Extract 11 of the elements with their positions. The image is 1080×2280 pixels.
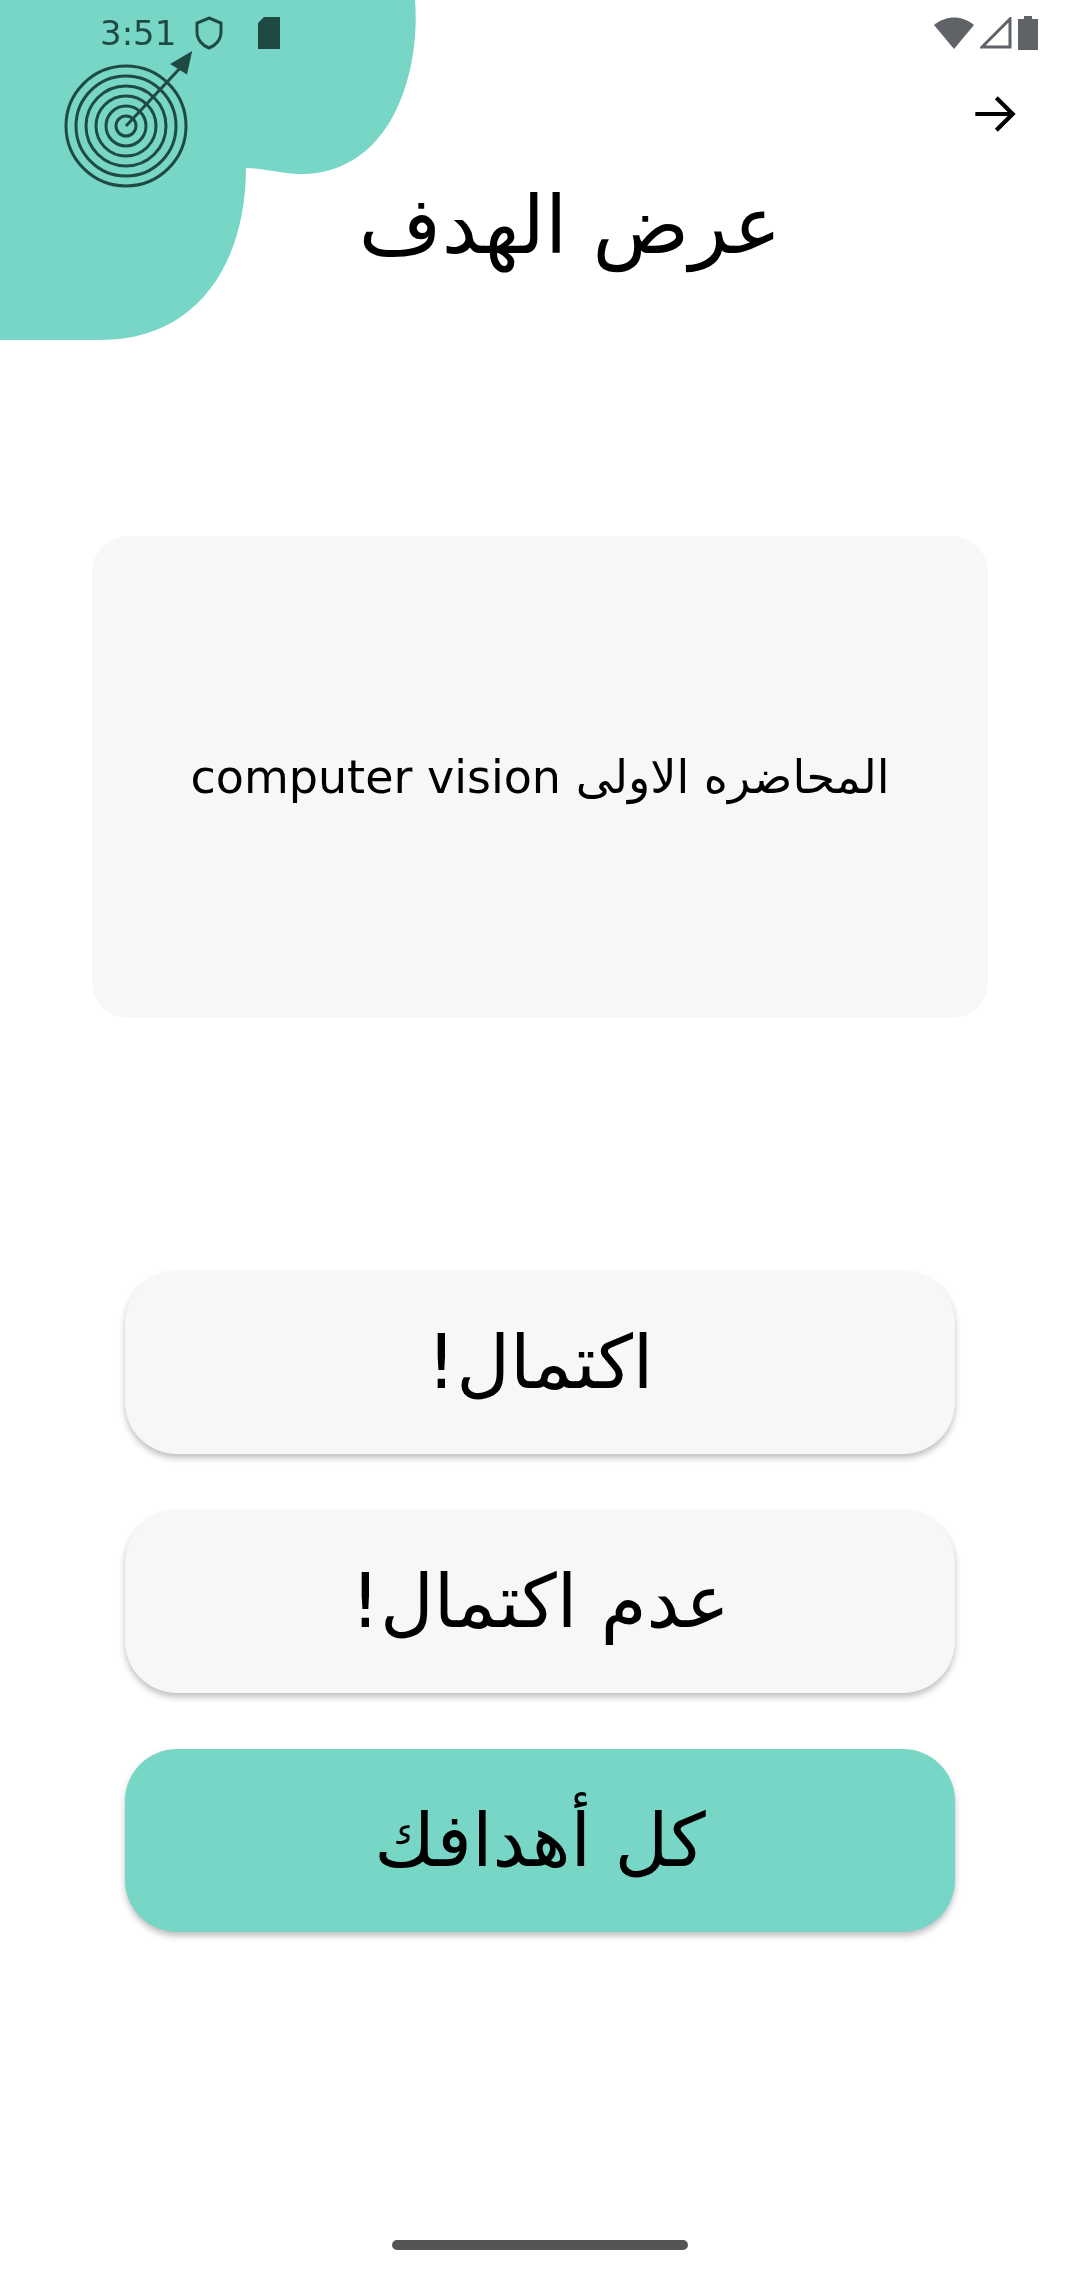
goal-text: المحاضره الاولى computer vision (190, 748, 890, 807)
action-button[interactable]: كل أهدافك (125, 1749, 955, 1932)
shield-icon (194, 16, 225, 50)
battery-icon (1018, 16, 1038, 50)
action-button[interactable]: عدم اكتمال! (125, 1510, 955, 1693)
signal-icon (980, 17, 1012, 49)
page-title: عرض الهدف (358, 178, 782, 275)
sd-card-icon (256, 17, 283, 49)
action-button[interactable]: اكتمال! (125, 1271, 955, 1454)
wifi-icon (934, 17, 974, 49)
status-time: 3:51 (100, 11, 177, 55)
